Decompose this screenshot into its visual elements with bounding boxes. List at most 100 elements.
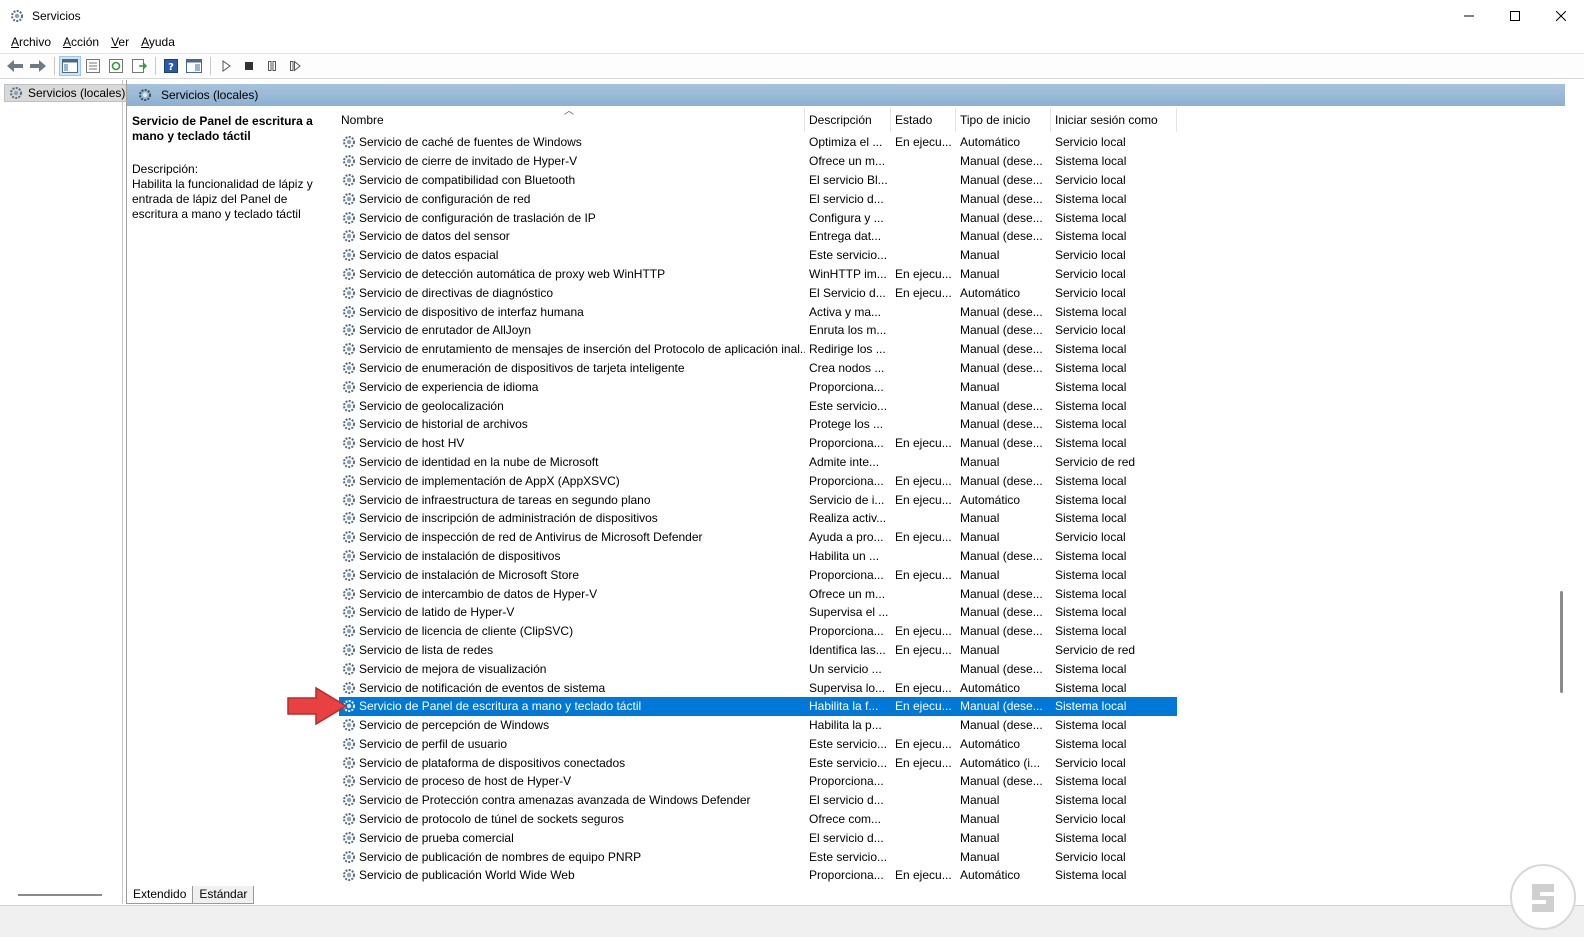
table-row[interactable]: Servicio de latido de Hyper-V Supervisa e… xyxy=(339,603,1564,622)
restart-service-icon[interactable] xyxy=(284,56,306,76)
column-header-name[interactable]: Nombre ︿ xyxy=(339,108,805,132)
service-name: Servicio de perfil de usuario xyxy=(339,736,805,752)
service-description: Habilita la p... xyxy=(809,718,882,733)
service-log-on-as: Sistema local xyxy=(1055,736,1127,751)
maximize-button[interactable] xyxy=(1492,0,1538,31)
table-row[interactable]: Servicio de notificación de eventos de s… xyxy=(339,678,1564,697)
table-row[interactable]: Servicio de proceso de host de Hyper-V Pr… xyxy=(339,772,1564,791)
table-row[interactable]: Servicio de dispositivo de interfaz huma… xyxy=(339,302,1564,321)
vertical-scrollbar[interactable] xyxy=(1555,108,1565,884)
service-startup-type: Manual (dese... xyxy=(960,191,1043,206)
table-row[interactable]: Servicio de instalación de dispositivos H… xyxy=(339,547,1564,566)
table-row[interactable]: Servicio de percepción de Windows Habilit… xyxy=(339,716,1564,735)
service-startup-type: Manual (dese... xyxy=(960,304,1043,319)
table-row[interactable]: Servicio de enumeración de dispositivos … xyxy=(339,359,1564,378)
column-header-status[interactable]: Estado xyxy=(891,108,956,132)
service-status: En ejecu... xyxy=(895,266,952,281)
view-tabs: Extendido Estándar xyxy=(126,886,255,904)
table-row[interactable]: Servicio de plataforma de dispositivos c… xyxy=(339,753,1564,772)
menu-accion[interactable]: Acción xyxy=(57,35,105,49)
service-gear-icon xyxy=(343,455,355,468)
tab-estandar[interactable]: Estándar xyxy=(192,886,255,904)
table-row[interactable]: Servicio de enrutamiento de mensajes de … xyxy=(339,340,1564,359)
table-row[interactable]: Servicio de experiencia de idioma Proporc… xyxy=(339,377,1564,396)
help-icon[interactable]: ? xyxy=(160,56,182,76)
service-description: Habilita la f... xyxy=(809,699,879,714)
service-gear-icon xyxy=(343,230,355,243)
table-row[interactable]: Servicio de Panel de escritura a mano y … xyxy=(339,696,1177,716)
service-startup-type: Manual (dese... xyxy=(960,342,1043,357)
table-row[interactable]: Servicio de caché de fuentes de Windows O… xyxy=(339,133,1564,152)
column-header-description[interactable]: Descripción xyxy=(805,108,891,132)
service-description: Activa y ma... xyxy=(809,304,882,319)
service-description: Ayuda a pro... xyxy=(809,530,884,545)
console-tree: Servicios (locales) xyxy=(0,80,130,904)
menu-archivo[interactable]: Archivo xyxy=(5,35,57,49)
stop-service-icon[interactable] xyxy=(238,56,260,76)
service-gear-icon xyxy=(343,418,355,431)
forward-arrow-icon[interactable] xyxy=(27,56,49,76)
service-description: Redirige los ... xyxy=(809,342,886,357)
column-header-log-on-as[interactable]: Iniciar sesión como xyxy=(1051,108,1177,132)
service-description: El Servicio d... xyxy=(809,285,886,300)
table-row[interactable]: Servicio de configuración de traslación … xyxy=(339,208,1564,227)
table-row[interactable]: Servicio de historial de archivos Protege… xyxy=(339,415,1564,434)
scrollbar-thumb[interactable] xyxy=(1560,591,1563,693)
tree-item-label: Servicios (locales) xyxy=(28,86,126,100)
table-row[interactable]: Servicio de publicación de nombres de eq… xyxy=(339,847,1564,866)
menu-ayuda[interactable]: Ayuda xyxy=(135,35,181,49)
table-row[interactable]: Servicio de datos del sensor Entrega dat.… xyxy=(339,227,1564,246)
table-row[interactable]: Servicio de geolocalización Este servicio… xyxy=(339,396,1564,415)
tree-scrollbar[interactable] xyxy=(18,894,102,896)
service-name: Servicio de notificación de eventos de s… xyxy=(339,680,805,696)
table-row[interactable]: Servicio de host HV Proporciona... En ejec… xyxy=(339,434,1564,453)
close-button[interactable] xyxy=(1538,0,1584,31)
table-row[interactable]: Servicio de lista de redes Identifica las… xyxy=(339,641,1564,660)
column-header-startup-type[interactable]: Tipo de inicio xyxy=(956,108,1051,132)
service-name: Servicio de enrutador de AllJoyn xyxy=(339,322,805,338)
service-startup-type: Automático xyxy=(960,680,1021,695)
service-log-on-as: Sistema local xyxy=(1055,793,1127,808)
table-row[interactable]: Servicio de compatibilidad con Bluetooth… xyxy=(339,171,1564,190)
table-row[interactable]: Servicio de datos espacial Este servicio.… xyxy=(339,246,1564,265)
properties-icon[interactable] xyxy=(183,56,205,76)
tab-extendido[interactable]: Extendido xyxy=(126,886,194,904)
table-row[interactable]: Servicio de intercambio de datos de Hype… xyxy=(339,584,1564,603)
table-row[interactable]: Servicio de publicación World Wide Web Pr… xyxy=(339,866,1564,884)
table-row[interactable]: Servicio de licencia de cliente (ClipSVC… xyxy=(339,622,1564,641)
table-row[interactable]: Servicio de inspección de red de Antivir… xyxy=(339,528,1564,547)
table-row[interactable]: Servicio de instalación de Microsoft Sto… xyxy=(339,565,1564,584)
service-log-on-as: Servicio de red xyxy=(1055,642,1136,657)
table-row[interactable]: Servicio de identidad en la nube de Micr… xyxy=(339,453,1564,472)
service-gear-icon xyxy=(343,324,355,337)
table-row[interactable]: Servicio de cierre de invitado de Hyper-… xyxy=(339,152,1564,171)
minimize-button[interactable] xyxy=(1446,0,1492,31)
tree-item-services-local[interactable]: Servicios (locales) xyxy=(4,84,130,102)
service-gear-icon xyxy=(343,380,355,393)
start-service-icon[interactable] xyxy=(215,56,237,76)
table-row[interactable]: Servicio de perfil de usuario Este servic… xyxy=(339,735,1564,754)
service-status: En ejecu... xyxy=(895,642,952,657)
service-description: Identifica las... xyxy=(809,642,886,657)
table-row[interactable]: Servicio de mejora de visualización Un se… xyxy=(339,659,1564,678)
table-row[interactable]: Servicio de inscripción de administració… xyxy=(339,509,1564,528)
list-view-icon[interactable] xyxy=(82,56,104,76)
service-log-on-as: Sistema local xyxy=(1055,417,1127,432)
table-row[interactable]: Servicio de implementación de AppX (AppX… xyxy=(339,471,1564,490)
service-gear-icon xyxy=(343,756,355,769)
table-row[interactable]: Servicio de enrutador de AllJoyn Enruta l… xyxy=(339,321,1564,340)
table-row[interactable]: Servicio de detección automática de prox… xyxy=(339,265,1564,284)
table-row[interactable]: Servicio de Protección contra amenazas a… xyxy=(339,791,1564,810)
table-row[interactable]: Servicio de protocolo de túnel de socket… xyxy=(339,810,1564,829)
pause-service-icon[interactable] xyxy=(261,56,283,76)
menu-ver[interactable]: Ver xyxy=(105,35,135,49)
export-list-icon[interactable] xyxy=(128,56,150,76)
console-tree-icon[interactable] xyxy=(59,56,81,76)
table-row[interactable]: Servicio de configuración de red El servi… xyxy=(339,189,1564,208)
service-log-on-as: Servicio local xyxy=(1055,530,1126,545)
table-row[interactable]: Servicio de infraestructura de tareas en… xyxy=(339,490,1564,509)
table-row[interactable]: Servicio de prueba comercial El servicio … xyxy=(339,828,1564,847)
back-arrow-icon[interactable] xyxy=(4,56,26,76)
table-row[interactable]: Servicio de directivas de diagnóstico El … xyxy=(339,283,1564,302)
refresh-icon[interactable] xyxy=(105,56,127,76)
